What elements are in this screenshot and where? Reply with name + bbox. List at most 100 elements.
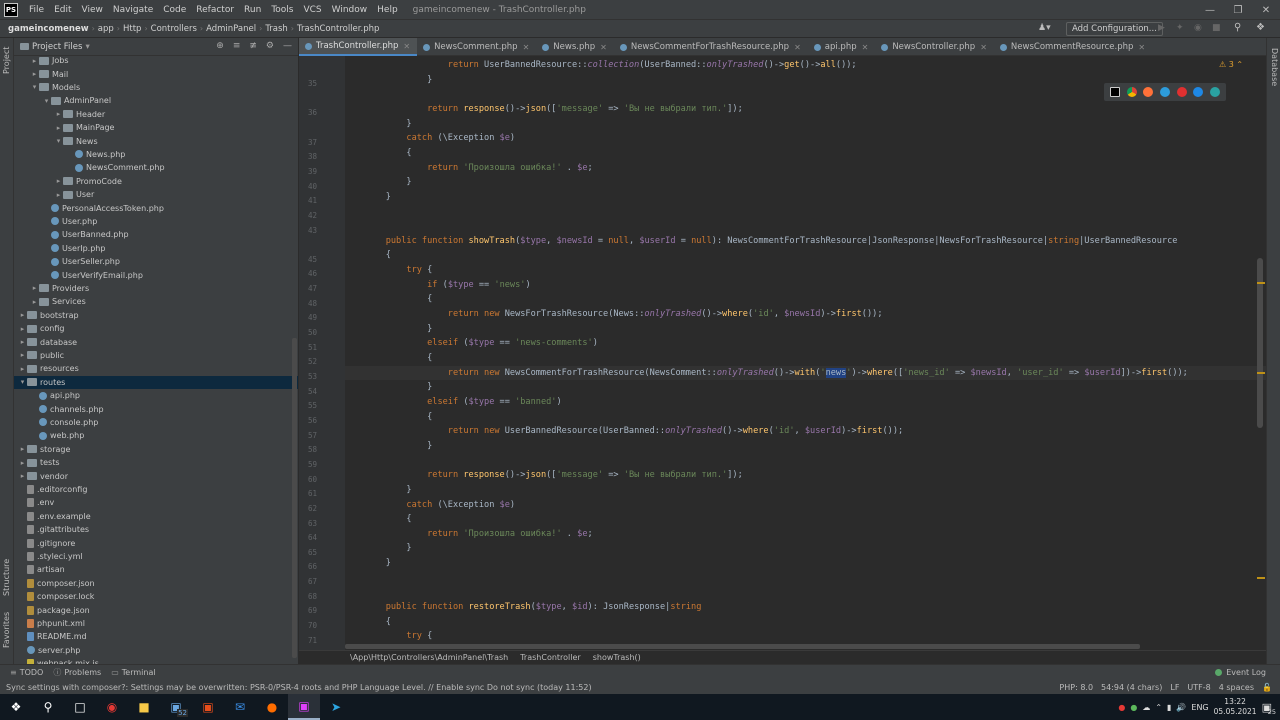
tree-file[interactable]: .gitattributes [14,523,298,536]
tree-file[interactable]: composer.json [14,577,298,590]
event-log-button[interactable]: Event Log [1215,668,1266,677]
code-line[interactable]: return new NewsForTrashResource(News::on… [365,307,883,321]
tree-folder[interactable]: ▸ Mail [14,67,298,80]
edge-icon[interactable] [1209,87,1220,97]
breadcrumb-item[interactable]: AdminPanel [203,24,259,34]
editor-breadcrumb-item[interactable]: showTrash() [587,653,647,662]
telegram-icon[interactable]: ➤ [320,694,352,720]
file-explorer-icon[interactable]: ■ [128,694,160,720]
tree-folder[interactable]: ▸ resources [14,362,298,375]
status-message[interactable]: Sync settings with composer?: Settings m… [0,683,592,692]
menu-item-refactor[interactable]: Refactor [191,5,239,15]
chevron-right-icon[interactable]: ▸ [30,57,39,65]
jetbrains-logo-icon[interactable]: ❖ [1256,22,1265,33]
coverage-icon[interactable]: ◉ [1194,23,1202,33]
lock-icon[interactable]: 🔓 [1262,683,1272,692]
code-line[interactable]: return 'Произошла ошибка!' . $e; [365,527,593,541]
minimize-icon[interactable]: — [1196,0,1224,20]
code-line[interactable]: return UserBannedResource::collection(Us… [365,58,857,72]
tree-folder[interactable]: ▸ tests [14,456,298,469]
code-line[interactable]: } [365,556,391,570]
menu-item-code[interactable]: Code [158,5,191,15]
code-line[interactable]: return new UserBannedResource(UserBanned… [365,424,903,438]
tree-file[interactable]: README.md [14,630,298,643]
error-stripe-marker[interactable] [1257,577,1265,579]
tree-file[interactable]: package.json [14,603,298,616]
chevron-down-icon[interactable]: ▾ [85,42,89,52]
project-panel-title[interactable]: Project Files [32,42,82,52]
close-tab-icon[interactable]: ✕ [403,42,410,51]
menu-item-run[interactable]: Run [239,5,266,15]
tree-file[interactable]: UserIp.php [14,242,298,255]
tree-file[interactable]: UserVerifyEmail.php [14,268,298,281]
task-view-icon[interactable]: □ [64,694,96,720]
tree-file[interactable]: server.php [14,644,298,657]
close-tab-icon[interactable]: ✕ [523,43,530,52]
code-line[interactable]: if ($type == 'news') [365,278,531,292]
language-indicator[interactable]: ENG [1191,703,1208,712]
chevron-right-icon[interactable]: ▸ [54,124,63,132]
firefox-icon[interactable] [1143,87,1154,97]
close-tab-icon[interactable]: ✕ [1138,43,1145,52]
code-line[interactable]: } [365,73,432,87]
warning-indicator[interactable]: ⚠ 3 ⌃ [1219,60,1243,69]
menu-item-tools[interactable]: Tools [266,5,298,15]
code-line[interactable]: return response()->json(['message' => 'В… [365,468,743,482]
code-line[interactable]: try { [365,629,432,643]
tree-file[interactable]: UserBanned.php [14,228,298,241]
hide-icon[interactable]: — [283,41,292,51]
close-tab-icon[interactable]: ✕ [600,43,607,52]
tree-file[interactable]: console.php [14,416,298,429]
code-line[interactable]: } [365,541,411,555]
code-line[interactable]: } [365,483,411,497]
tray-app-icon[interactable]: ● [1118,703,1125,712]
ie-icon[interactable] [1193,87,1204,97]
tree-folder[interactable]: ▸ Header [14,108,298,121]
chevron-down-icon[interactable]: ▾ [30,83,39,91]
close-icon[interactable]: ✕ [1252,0,1280,20]
favorites-tool-tab[interactable]: Favorites [2,612,11,648]
chevron-right-icon[interactable]: ▸ [18,351,27,359]
code-line[interactable]: } [365,190,391,204]
tree-file[interactable]: UserSeller.php [14,255,298,268]
tree-folder[interactable]: ▸ vendor [14,469,298,482]
chevron-down-icon[interactable]: ▾ [54,137,63,145]
code-line[interactable]: { [365,351,432,365]
code-line[interactable]: try { [365,263,432,277]
code-line[interactable]: catch (\Exception $e) [365,131,515,145]
user-icon[interactable]: ♟▾ [1038,23,1051,33]
tree-folder[interactable]: ▸ MainPage [14,121,298,134]
editor-breadcrumb-item[interactable]: \App\Http\Controllers\AdminPanel\Trash [344,653,514,662]
notifications-icon[interactable]: ▣ 25 [1262,701,1276,716]
code-line[interactable]: catch (\Exception $e) [365,498,515,512]
project-tool-tab[interactable]: Project [2,47,11,74]
collapse-all-icon[interactable]: ≢ [249,41,257,51]
code-line[interactable]: } [365,439,432,453]
caret-position[interactable]: 54:94 (4 chars) [1101,683,1162,692]
menu-item-view[interactable]: View [77,5,108,15]
tab-api[interactable]: api.php ✕ [808,38,876,56]
tree-file[interactable]: .env.example [14,510,298,523]
add-configuration-button[interactable]: Add Configuration... [1066,22,1163,36]
cloud-icon[interactable]: ☁ [1142,703,1150,712]
error-stripe-marker[interactable] [1257,282,1265,284]
menu-item-window[interactable]: Window [327,5,373,15]
file-encoding[interactable]: UTF-8 [1187,683,1210,692]
phpstorm-taskbar-icon[interactable]: ▣ [288,694,320,720]
office-icon[interactable]: ▣ [192,694,224,720]
breadcrumb-item[interactable]: Trash [262,24,290,34]
search-icon[interactable]: ⚲ [1234,22,1241,33]
tree-folder[interactable]: ▸ PromoCode [14,175,298,188]
code-line[interactable]: { [365,248,391,262]
tab-newscommentfortrashresource[interactable]: NewsCommentForTrashResource.php ✕ [614,38,808,56]
code-line[interactable]: { [365,410,432,424]
chevron-right-icon[interactable]: ▸ [30,298,39,306]
chevron-right-icon[interactable]: ▸ [18,445,27,453]
code-line[interactable]: { [365,615,391,629]
error-stripe-marker[interactable] [1257,372,1265,374]
code-line[interactable]: } [365,322,432,336]
chevron-right-icon[interactable]: ▸ [54,110,63,118]
tab-news[interactable]: News.php ✕ [536,38,614,56]
tree-folder[interactable]: ▾ routes [14,375,298,389]
tree-folder[interactable]: ▸ config [14,322,298,335]
